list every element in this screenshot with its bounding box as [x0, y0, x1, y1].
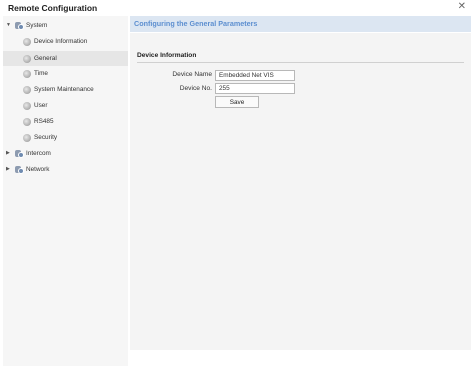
- tree-node-intercom[interactable]: ▶ Intercom: [3, 146, 128, 161]
- gear-icon: [23, 118, 31, 126]
- sidebar-item-label: System Maintenance: [34, 86, 94, 93]
- sidebar-item-label: User: [34, 102, 48, 109]
- tree-node-network[interactable]: ▶ Network: [3, 162, 128, 177]
- close-icon[interactable]: ✕: [458, 1, 466, 12]
- section-title: Device Information: [137, 52, 197, 59]
- sidebar-item-general[interactable]: General: [3, 51, 128, 66]
- network-group-icon: [15, 165, 24, 174]
- network-group-icon: [15, 21, 24, 30]
- expand-arrow-icon[interactable]: ▶: [6, 162, 10, 177]
- network-group-icon: [15, 149, 24, 158]
- page-title: Configuring the General Parameters: [134, 19, 258, 28]
- sidebar-item-time[interactable]: Time: [3, 66, 128, 81]
- device-no-input[interactable]: [215, 83, 295, 94]
- gear-icon: [23, 134, 31, 142]
- save-button[interactable]: Save: [215, 96, 259, 108]
- gear-icon: [23, 102, 31, 110]
- expand-arrow-icon[interactable]: ▼: [6, 18, 11, 33]
- gear-icon: [23, 86, 31, 94]
- sidebar-tree: ▼ System Device Information General Time…: [3, 16, 128, 366]
- sidebar-item-label: General: [34, 55, 57, 62]
- gear-icon: [23, 70, 31, 78]
- window-title: Remote Configuration: [8, 3, 98, 13]
- expand-arrow-icon[interactable]: ▶: [6, 146, 10, 161]
- device-name-input[interactable]: [215, 70, 295, 81]
- window-titlebar: Remote Configuration ✕: [0, 0, 474, 16]
- sidebar-item-rs485[interactable]: RS485: [3, 114, 128, 129]
- sidebar-item-label: RS485: [34, 118, 54, 125]
- tree-node-label: Intercom: [26, 150, 51, 157]
- section-divider: [137, 62, 464, 63]
- sidebar-item-label: Security: [34, 134, 58, 141]
- sidebar-item-label: Time: [34, 70, 48, 77]
- settings-panel: [130, 33, 471, 350]
- sidebar-item-user[interactable]: User: [3, 98, 128, 113]
- tree-node-system[interactable]: ▼ System: [3, 18, 128, 33]
- main-content: Configuring the General Parameters Devic…: [130, 16, 471, 350]
- sidebar-item-device-information[interactable]: Device Information: [3, 34, 128, 49]
- device-name-label: Device Name: [172, 71, 212, 78]
- sidebar-item-security[interactable]: Security: [3, 130, 128, 145]
- tree-node-label: Network: [26, 166, 50, 173]
- device-no-label: Device No.: [179, 85, 212, 92]
- sidebar-item-system-maintenance[interactable]: System Maintenance: [3, 82, 128, 97]
- content-header: Configuring the General Parameters: [130, 16, 471, 32]
- tree-node-label: System: [26, 22, 48, 29]
- gear-icon: [23, 38, 31, 46]
- sidebar-item-label: Device Information: [34, 38, 88, 45]
- gear-icon: [23, 55, 31, 63]
